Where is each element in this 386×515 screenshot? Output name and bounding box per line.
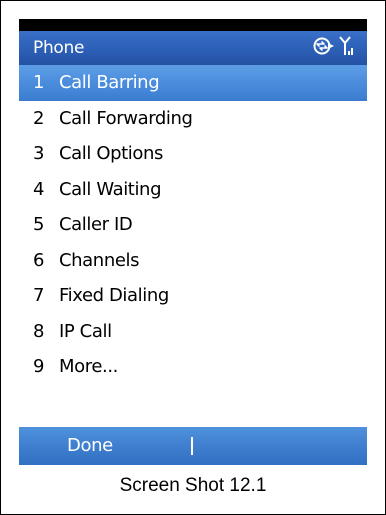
menu-item-caller-id[interactable]: 5 Caller ID [19,207,367,243]
softkey-bar: Done [19,427,367,465]
menu-item-call-forwarding[interactable]: 2 Call Forwarding [19,100,367,136]
menu-item-label: Call Waiting [59,178,162,200]
menu-item-number: 1 [33,72,45,93]
phone-screen: Phone 1 Call Barring 2 Call Forwarding 3… [19,31,367,465]
softkey-divider [191,437,193,455]
menu-item-label: Call Barring [59,72,160,93]
screenshot-frame: Phone 1 Call Barring 2 Call Forwarding 3… [0,0,386,515]
phone-bezel [19,19,367,31]
settings-menu: 1 Call Barring 2 Call Forwarding 3 Call … [19,65,367,385]
menu-item-number: 6 [33,249,45,271]
menu-item-number: 2 [33,107,45,129]
menu-item-call-options[interactable]: 3 Call Options [19,136,367,172]
menu-item-call-waiting[interactable]: 4 Call Waiting [19,171,367,207]
menu-item-number: 8 [33,320,45,342]
menu-item-more[interactable]: 9 More... [19,349,367,385]
menu-item-label: IP Call [59,320,112,342]
menu-item-fixed-dialing[interactable]: 7 Fixed Dialing [19,278,367,314]
done-softkey[interactable]: Done [67,427,113,465]
menu-item-label: Call Options [59,143,163,164]
menu-item-number: 7 [33,285,45,306]
menu-item-channels[interactable]: 6 Channels [19,242,367,278]
page-title: Phone [33,38,85,58]
menu-item-label: Fixed Dialing [59,285,169,306]
menu-item-label: Channels [59,249,140,271]
screenshot-caption: Screen Shot 12.1 [119,475,267,496]
menu-item-number: 4 [33,178,45,200]
menu-item-ip-call[interactable]: 8 IP Call [19,313,367,349]
menu-item-number: 5 [33,214,45,235]
title-bar: Phone [19,31,367,65]
menu-item-number: 9 [33,356,45,377]
menu-item-label: Caller ID [59,214,133,235]
menu-item-label: Call Forwarding [59,107,193,129]
signal-strength-icon [339,35,355,61]
menu-item-number: 3 [33,143,45,164]
data-connection-icon [313,37,335,60]
menu-item-call-barring[interactable]: 1 Call Barring [19,65,367,101]
status-icons [313,35,355,61]
menu-item-label: More... [59,356,118,377]
